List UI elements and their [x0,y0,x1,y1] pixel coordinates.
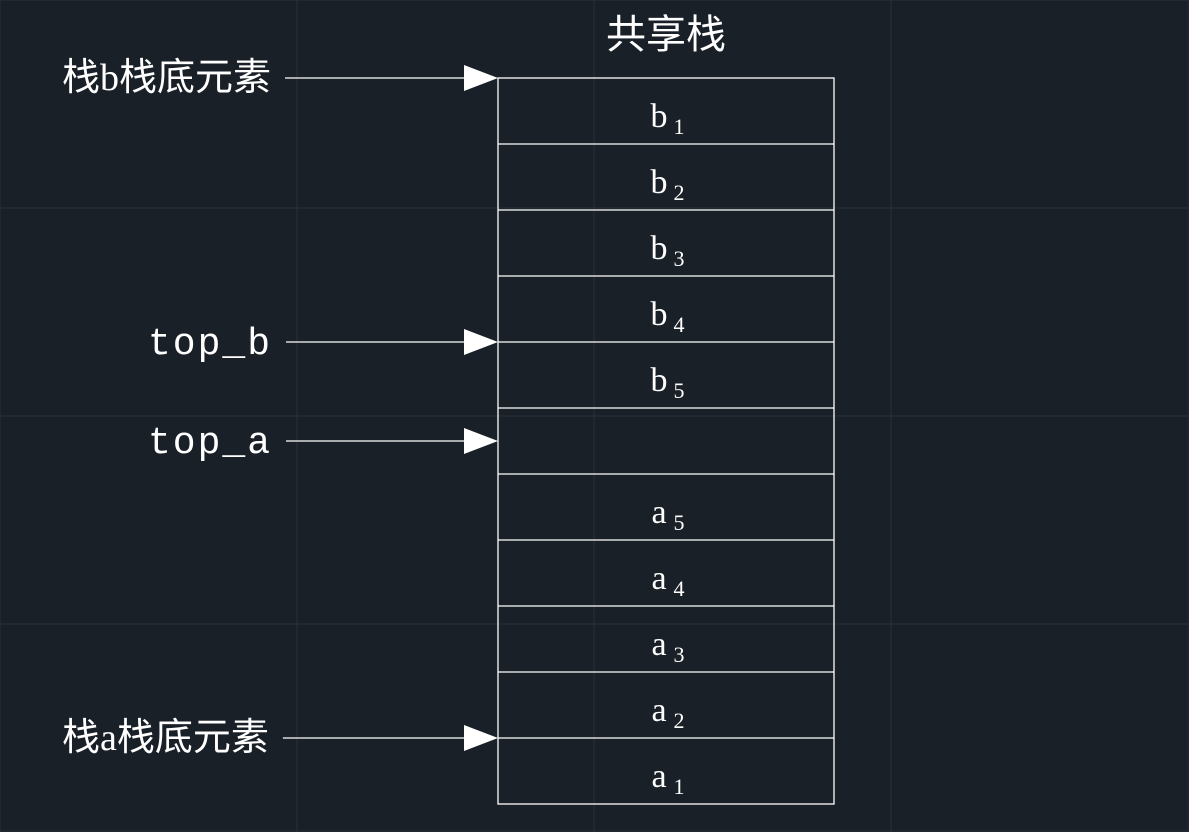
cell-base: b [651,362,668,399]
stack-cell: a1 [651,758,684,799]
pointer-0: 栈b栈底元素 [62,57,498,99]
stack-cell: a3 [651,626,684,667]
cell-base: b [651,164,668,201]
diagram-canvas: 共享栈 b1b2b3b4b5a5a4a3a2a1 栈b栈底元素top_btop_… [0,0,1189,832]
pointer-2: top_a [148,422,498,465]
background-grid [0,0,1189,832]
cell-subscript: 2 [674,708,685,733]
cell-base: a [651,494,666,531]
cell-subscript: 4 [674,312,685,337]
pointer-label: 栈b栈底元素 [62,57,271,99]
stack-cell: b1 [651,98,685,139]
diagram-title: 共享栈 [606,12,726,57]
cell-base: b [651,230,668,267]
pointer-label: top_a [148,422,272,465]
pointer-label: top_b [148,323,272,366]
shared-stack-table: b1b2b3b4b5a5a4a3a2a1 [498,78,834,804]
pointer-arrows: 栈b栈底元素 top_b top_a 栈a栈底元素 [62,57,498,759]
stack-cell: b2 [651,164,685,205]
cell-base: a [651,560,666,597]
cell-base: b [651,296,668,333]
cell-subscript: 5 [674,510,685,535]
cell-base: a [651,758,666,795]
stack-cell: a5 [651,494,684,535]
arrow-head-icon [464,329,498,355]
arrow-head-icon [464,65,498,91]
stack-cell: a4 [651,560,684,601]
cell-subscript: 1 [674,774,685,799]
arrow-head-icon [464,428,498,454]
stack-cell: b5 [651,362,685,403]
cell-base: b [651,98,668,135]
cell-subscript: 3 [674,642,685,667]
cell-subscript: 3 [674,246,685,271]
cell-base: a [651,626,666,663]
cell-subscript: 4 [674,576,685,601]
cell-subscript: 5 [674,378,685,403]
stack-cell: b3 [651,230,685,271]
pointer-label: 栈a栈底元素 [62,717,269,759]
pointer-1: top_b [148,323,498,366]
cell-base: a [651,692,666,729]
cell-subscript: 1 [674,114,685,139]
arrow-head-icon [464,725,498,751]
cell-subscript: 2 [674,180,685,205]
stack-cell: b4 [651,296,685,337]
stack-cell: a2 [651,692,684,733]
pointer-3: 栈a栈底元素 [62,717,498,759]
